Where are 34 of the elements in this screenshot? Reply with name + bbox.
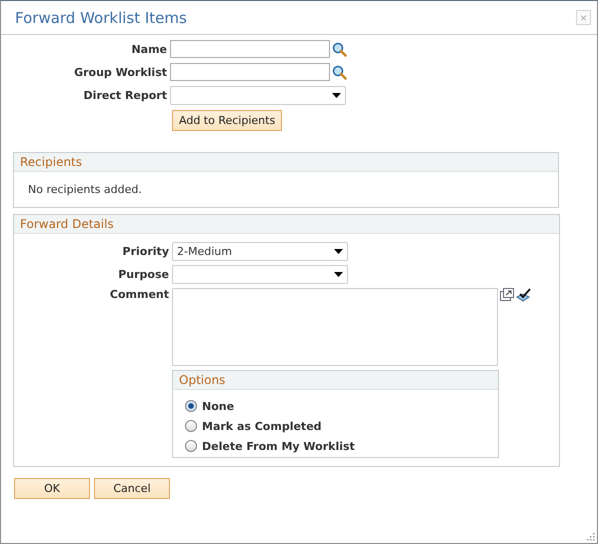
field-label: Comment xyxy=(108,288,169,301)
text-field[interactable] xyxy=(170,40,330,58)
option-label: Delete From My Worklist xyxy=(202,440,355,452)
add-button[interactable]: Add to Recipients xyxy=(172,110,282,131)
panel-title: Options xyxy=(179,373,226,387)
comment-field[interactable] xyxy=(172,288,498,366)
field-label: Purpose xyxy=(117,268,169,281)
field-label: Priority xyxy=(122,245,169,258)
caret-icon xyxy=(332,93,341,98)
dialog-button[interactable]: Cancel xyxy=(94,478,170,499)
text-field[interactable] xyxy=(170,63,330,81)
spellcheck-icon[interactable] xyxy=(516,288,531,303)
option-label: Mark as Completed xyxy=(202,420,322,432)
search-icon[interactable] xyxy=(332,64,347,80)
option-label: None xyxy=(202,400,234,412)
dropdown-field[interactable] xyxy=(172,265,348,284)
field-label: Group Worklist xyxy=(73,66,167,78)
search-icon[interactable] xyxy=(332,42,347,56)
caret-icon xyxy=(334,249,343,254)
dropdown-field[interactable]: 2-Medium xyxy=(172,242,348,261)
field-label: Name xyxy=(130,42,167,56)
dialog-button[interactable]: OK xyxy=(14,478,90,499)
radio-button[interactable] xyxy=(185,400,197,412)
radio-button[interactable] xyxy=(185,440,197,452)
empty-message: No recipients added. xyxy=(27,182,143,198)
radio-button[interactable] xyxy=(185,420,197,432)
field-label: Direct Report xyxy=(82,89,167,102)
dropdown-field[interactable] xyxy=(170,86,346,105)
window-title: Forward Worklist Items xyxy=(15,8,187,26)
caret-icon xyxy=(334,272,343,277)
panel-title: Forward Details xyxy=(20,217,114,231)
resize-grip-icon[interactable] xyxy=(586,532,595,541)
expand-icon[interactable] xyxy=(500,288,515,301)
panel-title: Recipients xyxy=(20,155,82,169)
